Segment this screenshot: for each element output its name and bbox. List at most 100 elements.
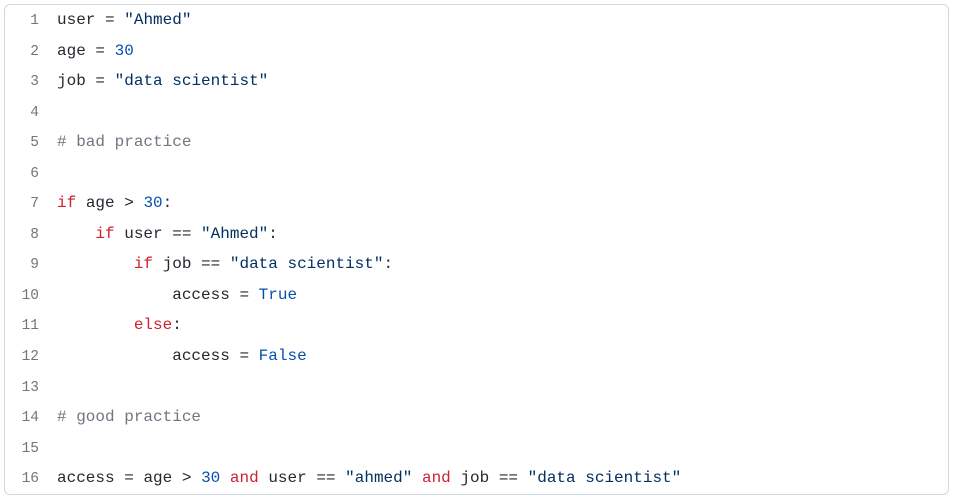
code-block: 1user = "Ahmed"2age = 303job = "data sci… [4, 4, 949, 495]
code-content: access = False [57, 341, 948, 371]
code-token: = [124, 469, 134, 487]
code-token [115, 11, 125, 29]
line-number: 9 [5, 252, 57, 280]
code-content: # good practice [57, 402, 948, 432]
code-token: job [57, 72, 86, 90]
code-token: access [172, 347, 230, 365]
code-token: = [239, 286, 249, 304]
code-token [86, 42, 96, 60]
code-token: # good practice [57, 408, 201, 426]
code-token: and [422, 469, 451, 487]
code-token [86, 72, 96, 90]
line-number: 13 [5, 375, 57, 403]
code-token [191, 469, 201, 487]
code-content: if age > 30: [57, 188, 948, 218]
code-token [172, 469, 182, 487]
code-token: "Ahmed" [124, 11, 191, 29]
code-token: == [201, 255, 220, 273]
code-token [259, 469, 269, 487]
code-line: 10 access = True [5, 280, 948, 311]
code-line: 8 if user == "Ahmed": [5, 219, 948, 250]
line-number: 2 [5, 39, 57, 67]
code-token [489, 469, 499, 487]
code-line: 1user = "Ahmed" [5, 5, 948, 36]
code-content: user = "Ahmed" [57, 5, 948, 35]
line-number: 16 [5, 466, 57, 494]
code-content [57, 433, 948, 463]
code-token [191, 225, 201, 243]
code-token [57, 286, 172, 304]
line-number: 1 [5, 8, 57, 36]
code-token: user [57, 11, 95, 29]
code-token: user [124, 225, 162, 243]
code-token [76, 194, 86, 212]
code-line: 7if age > 30: [5, 188, 948, 219]
code-token: = [95, 42, 105, 60]
code-token [191, 255, 201, 273]
code-line: 12 access = False [5, 341, 948, 372]
code-token: access [172, 286, 230, 304]
code-content: if user == "Ahmed": [57, 219, 948, 249]
code-token [230, 347, 240, 365]
code-line: 6 [5, 158, 948, 189]
code-token [105, 72, 115, 90]
code-token: == [316, 469, 335, 487]
code-content: access = True [57, 280, 948, 310]
code-token: == [499, 469, 518, 487]
code-token [134, 194, 144, 212]
code-content: if job == "data scientist": [57, 249, 948, 279]
code-token: access [57, 469, 115, 487]
code-content: else: [57, 310, 948, 340]
code-token [249, 286, 259, 304]
code-token: "data scientist" [528, 469, 682, 487]
code-token [95, 11, 105, 29]
code-token: 30 [201, 469, 220, 487]
code-content: age = 30 [57, 36, 948, 66]
code-token: = [95, 72, 105, 90]
code-line: 13 [5, 372, 948, 403]
line-number: 15 [5, 436, 57, 464]
code-token: age [143, 469, 172, 487]
code-line: 3job = "data scientist" [5, 66, 948, 97]
code-content [57, 97, 948, 127]
code-token [412, 469, 422, 487]
code-token: : [383, 255, 393, 273]
code-token [105, 42, 115, 60]
code-token [307, 469, 317, 487]
code-token: job [460, 469, 489, 487]
code-token: True [259, 286, 297, 304]
code-token [230, 286, 240, 304]
code-token [57, 316, 134, 334]
code-token: "Ahmed" [201, 225, 268, 243]
code-token: and [230, 469, 259, 487]
code-token [153, 255, 163, 273]
code-token: # bad practice [57, 133, 191, 151]
line-number: 8 [5, 222, 57, 250]
code-token: = [105, 11, 115, 29]
code-token: : [268, 225, 278, 243]
code-token [336, 469, 346, 487]
line-number: 4 [5, 100, 57, 128]
line-number: 11 [5, 313, 57, 341]
code-token [249, 347, 259, 365]
code-token: == [172, 225, 191, 243]
code-token: : [163, 194, 173, 212]
code-content [57, 158, 948, 188]
code-token [220, 469, 230, 487]
line-number: 3 [5, 69, 57, 97]
code-token: user [268, 469, 306, 487]
code-token: "data scientist" [115, 72, 269, 90]
code-line: 14# good practice [5, 402, 948, 433]
code-token: if [134, 255, 153, 273]
line-number: 6 [5, 161, 57, 189]
code-token: = [239, 347, 249, 365]
code-token: 30 [143, 194, 162, 212]
code-token [134, 469, 144, 487]
code-token [518, 469, 528, 487]
code-token: > [124, 194, 134, 212]
code-token: job [163, 255, 192, 273]
code-token [57, 255, 134, 273]
line-number: 7 [5, 191, 57, 219]
code-token [115, 469, 125, 487]
code-token: : [172, 316, 182, 334]
